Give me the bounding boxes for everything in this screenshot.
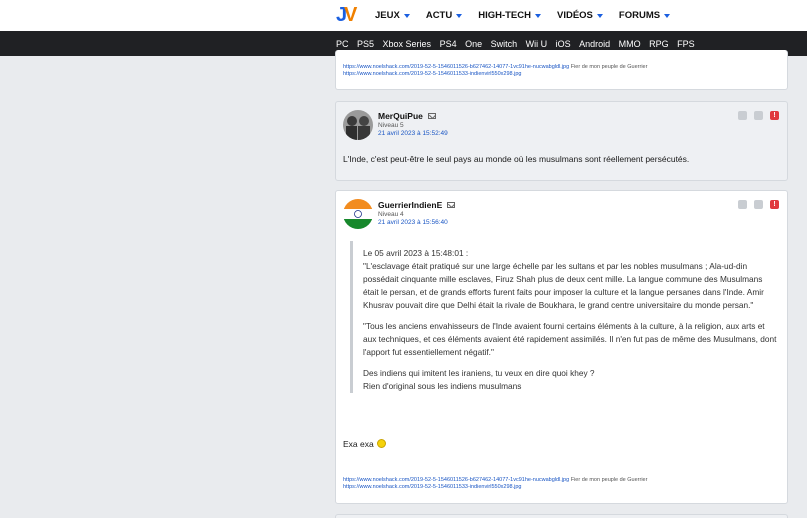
nav-actu[interactable]: ACTU (426, 10, 463, 21)
platform-android[interactable]: Android (579, 39, 610, 49)
chevron-down-icon (456, 13, 463, 18)
chevron-down-icon (596, 13, 603, 18)
post-actions: ! (738, 200, 779, 209)
smiley-icon (376, 439, 386, 448)
sig-link[interactable]: https://www.noelshack.com/2019-52-5-1546… (343, 71, 521, 77)
avatar[interactable] (343, 199, 373, 229)
quote-paragraph: "Tous les anciens envahisseurs de l'Inde… (363, 321, 777, 357)
permalink-icon[interactable] (754, 200, 763, 209)
next-post (335, 514, 788, 518)
platform-rpg[interactable]: RPG (649, 39, 669, 49)
prev-post: https://www.noelshack.com/2019-52-5-1546… (335, 50, 788, 90)
chevron-down-icon (664, 13, 671, 18)
sig-link[interactable]: https://www.noelshack.com/2019-52-5-1546… (343, 484, 521, 490)
quote-icon[interactable] (738, 200, 747, 209)
author-name[interactable]: MerQuiPue (378, 111, 436, 121)
chevron-down-icon (403, 13, 410, 18)
alert-icon[interactable]: ! (770, 200, 779, 209)
nav-videos[interactable]: VIDÉOS (557, 10, 603, 21)
platform-mmo[interactable]: MMO (619, 39, 641, 49)
nav-high-tech[interactable]: HIGH-TECH (478, 10, 541, 21)
post-body: L'Inde, c'est peut-être le seul pays au … (343, 154, 690, 164)
quote-paragraph: Rien d'original sous les indiens musulma… (363, 381, 522, 391)
mail-icon[interactable] (427, 113, 436, 119)
post-actions: ! (738, 111, 779, 120)
permalink-icon[interactable] (754, 111, 763, 120)
mail-icon[interactable] (447, 202, 456, 208)
post-body: Exa exa (343, 437, 386, 451)
platform-switch[interactable]: Switch (491, 39, 518, 49)
quote-icon[interactable] (738, 111, 747, 120)
nav-jeux[interactable]: JEUX (375, 10, 410, 21)
signature: https://www.noelshack.com/2019-52-5-1546… (343, 64, 648, 77)
quote-date: Le 05 avril 2023 à 15:48:01 : (363, 248, 469, 258)
platform-ps5[interactable]: PS5 (357, 39, 374, 49)
nav-forums[interactable]: FORUMS (619, 10, 671, 21)
site-header: JV JEUX ACTU HIGH-TECH VIDÉOS FORUMS (0, 0, 807, 31)
main-nav: JEUX ACTU HIGH-TECH VIDÉOS FORUMS (375, 10, 686, 21)
platform-one[interactable]: One (465, 39, 482, 49)
author-name[interactable]: GuerrierIndienE (378, 200, 456, 210)
quote-paragraph: Des indiens qui imitent les iraniens, tu… (363, 368, 595, 378)
forum-post: GuerrierIndienE Niveau 4 21 avril 2023 à… (335, 190, 788, 504)
sig-link[interactable]: https://www.noelshack.com/2019-52-5-1546… (343, 477, 569, 483)
quote-paragraph: "L'esclavage était pratiqué sur une larg… (363, 261, 764, 310)
post-date[interactable]: 21 avril 2023 à 15:52:49 (378, 130, 448, 137)
signature: https://www.noelshack.com/2019-52-5-1546… (343, 477, 648, 490)
platform-ios[interactable]: iOS (556, 39, 571, 49)
jv-logo[interactable]: JV (334, 4, 362, 26)
avatar[interactable] (343, 110, 373, 140)
blockquote: Le 05 avril 2023 à 15:48:01 : "L'esclava… (350, 241, 778, 393)
chevron-down-icon (535, 13, 541, 18)
author-level: Niveau 5 (378, 122, 404, 129)
post-date[interactable]: 21 avril 2023 à 15:56:40 (378, 219, 448, 226)
alert-icon[interactable]: ! (770, 111, 779, 120)
forum-post: MerQuiPue Niveau 5 21 avril 2023 à 15:52… (335, 101, 788, 181)
platform-ps4[interactable]: PS4 (440, 39, 457, 49)
author-level: Niveau 4 (378, 211, 404, 218)
platform-wii-u[interactable]: Wii U (526, 39, 548, 49)
platform-fps[interactable]: FPS (677, 39, 695, 49)
platform-xbox-series[interactable]: Xbox Series (383, 39, 432, 49)
platform-pc[interactable]: PC (336, 39, 349, 49)
sig-link[interactable]: https://www.noelshack.com/2019-52-5-1546… (343, 64, 569, 70)
